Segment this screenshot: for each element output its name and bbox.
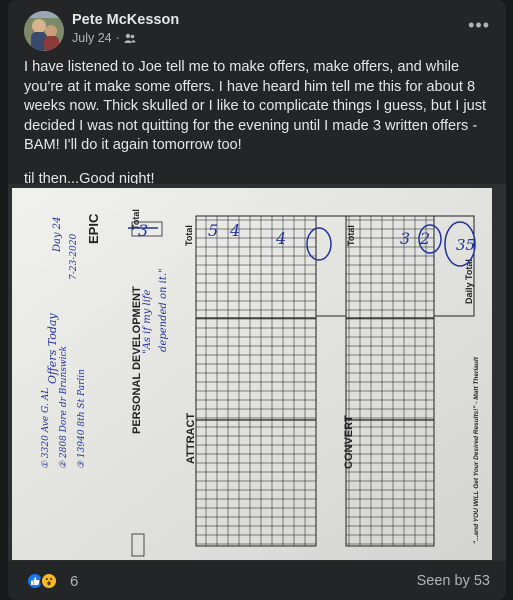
- wow-reaction-icon: [40, 572, 58, 590]
- post-text: I have listened to Joe tell me to make o…: [24, 58, 494, 203]
- handwriting-offer-1: ① 3320 Ave G. AL: [41, 388, 51, 469]
- post-header: Pete McKesson July 24 · •••: [8, 0, 506, 60]
- more-options-icon[interactable]: •••: [468, 16, 490, 34]
- post-date[interactable]: July 24: [72, 31, 112, 45]
- avatar-photo-icon: [24, 11, 64, 51]
- handwriting-offer-3: ③ 13940 8th St Parlin: [77, 369, 87, 469]
- post-paragraph: I have listened to Joe tell me to make o…: [24, 59, 487, 153]
- handwriting-quote-2: depended on it.": [158, 268, 169, 352]
- score-sheet-image: PERSONAL DEVELOPMENT ATTRACT CONVERT Tot…: [8, 184, 506, 561]
- sheet-quote: "...and YOU WILL Get Your Desired Result…: [473, 356, 480, 544]
- score-3b: 3: [400, 229, 410, 248]
- label-convert: CONVERT: [343, 415, 355, 469]
- label-total-points-3: Total: [346, 225, 356, 246]
- brand-logo: EPIC: [86, 213, 101, 244]
- handwriting-offer-2: ② 2808 Dore dr Brunswick: [59, 346, 69, 469]
- post-footer: 6 Seen by 53: [8, 561, 506, 600]
- post-card: Pete McKesson July 24 · ••• I have liste…: [8, 0, 506, 600]
- label-attract: ATTRACT: [185, 413, 197, 464]
- handwriting-date: 7-23-2020: [69, 234, 79, 280]
- handwriting-title: Offers Today: [46, 313, 59, 384]
- friends-icon: [124, 33, 136, 43]
- label-daily-total: Daily Total: [464, 259, 474, 304]
- post-meta: July 24 ·: [72, 31, 136, 45]
- label-total-points-2: Total: [184, 225, 194, 246]
- author-name[interactable]: Pete McKesson: [72, 12, 179, 28]
- handwriting-day: Day 24: [52, 216, 63, 253]
- reactions-summary[interactable]: 6: [26, 572, 78, 590]
- meta-separator: ·: [115, 31, 120, 45]
- score-total: 35: [456, 236, 475, 254]
- avatar[interactable]: [24, 11, 64, 51]
- handwriting-quote: "As if my life: [142, 289, 153, 354]
- score-4b: 4: [275, 229, 286, 248]
- score-5: 5: [208, 221, 218, 240]
- reaction-count: 6: [70, 572, 79, 590]
- score-3: 3: [138, 221, 148, 240]
- score-4: 4: [229, 221, 240, 240]
- seen-by-count[interactable]: Seen by 53: [417, 573, 490, 589]
- post-photo[interactable]: PERSONAL DEVELOPMENT ATTRACT CONVERT Tot…: [8, 184, 506, 561]
